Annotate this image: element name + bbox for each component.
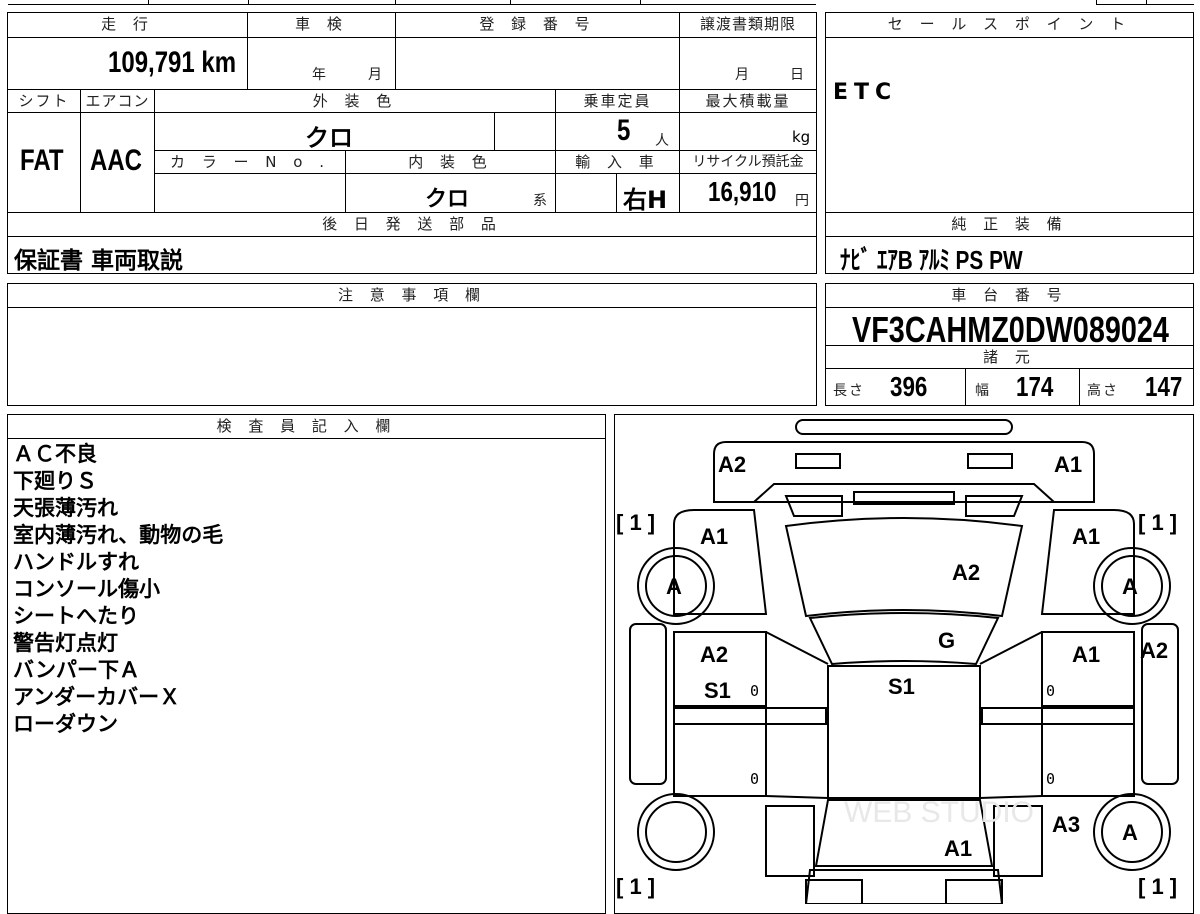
- length-label: 長さ: [833, 383, 865, 399]
- fender-left-code: A1: [700, 524, 728, 549]
- recycle-unit: 円: [795, 193, 811, 209]
- length-value: 396: [890, 371, 928, 402]
- aircon-value: AAC: [90, 144, 142, 177]
- roof-code: S1: [888, 674, 915, 699]
- hood-code: A2: [952, 560, 980, 585]
- exterior-color-value: クロ: [305, 124, 353, 152]
- zero-mark: 0: [1046, 770, 1055, 788]
- wheel-rr-code: A: [1122, 820, 1138, 845]
- exterior-color-header: 外 装 色: [154, 89, 556, 113]
- transfer-day-unit: 日: [790, 67, 806, 83]
- inspector-note: 室内薄汚れ、動物の毛: [13, 523, 224, 547]
- tire-fr-code: [ 1 ]: [1138, 510, 1177, 535]
- windshield-code: G: [938, 628, 955, 653]
- caution-header: 注 意 事 項 欄: [7, 283, 817, 308]
- recycle-value: 16,910: [708, 176, 777, 207]
- fender-right-code: A1: [1072, 524, 1100, 549]
- wheel-fl-code: A: [666, 574, 682, 599]
- tire-rl-code: [ 1 ]: [616, 874, 655, 899]
- recycle-header: リサイクル預託金: [679, 150, 817, 174]
- capacity-header: 乗車定員: [555, 89, 680, 113]
- watermark: WEB STUDIO: [844, 796, 1034, 829]
- sales-point-header: セ ー ル ス ポ イ ン ト: [825, 12, 1194, 38]
- max-load-header: 最大積載量: [679, 89, 817, 113]
- width-label: 幅: [975, 383, 991, 399]
- zero-mark: 0: [750, 682, 759, 700]
- registration-header: 登 録 番 号: [395, 12, 680, 38]
- interior-color-suffix: 系: [533, 193, 549, 209]
- pillar-right-code: A2: [1140, 638, 1168, 663]
- inspection-month-unit: 月: [368, 67, 384, 83]
- inspection-year-unit: 年: [312, 67, 328, 83]
- interior-color-value: クロ: [425, 187, 470, 212]
- inspector-note: 天張薄汚れ: [13, 496, 118, 520]
- inspector-notes-list: ＡＣ不良 下廻りＳ 天張薄汚れ 室内薄汚れ、動物の毛 ハンドルすれ コンソール傷…: [13, 441, 223, 738]
- color-number-header: カ ラ ー N o .: [154, 150, 346, 174]
- inspector-note: シートへたり: [13, 604, 139, 628]
- genuine-equipment-value: ﾅﾋﾞ ｴｱB ｱﾙﾐ PS PW: [840, 245, 1023, 275]
- genuine-equipment-header: 純 正 装 備: [825, 212, 1194, 237]
- height-label: 高さ: [1087, 383, 1119, 399]
- specs-header: 諸 元: [825, 345, 1194, 369]
- front-right-code: A1: [1054, 452, 1082, 477]
- door-fl-code-b: S1: [704, 678, 731, 703]
- wheel-fr-code: A: [1122, 574, 1138, 599]
- zero-mark: 0: [750, 770, 759, 788]
- chassis-number-header: 車 台 番 号: [825, 283, 1194, 308]
- shift-value: FAT: [20, 144, 64, 177]
- transfer-month-unit: 月: [735, 67, 751, 83]
- door-fl-code-a: A2: [700, 642, 728, 667]
- tire-rr-code: [ 1 ]: [1138, 874, 1177, 899]
- mileage-value: 109,791 km: [108, 46, 237, 79]
- capacity-value: 5: [617, 114, 631, 147]
- shift-header: シフト: [7, 89, 81, 113]
- trunk-code: A1: [944, 836, 972, 861]
- tire-fl-code: [ 1 ]: [616, 510, 655, 535]
- capacity-unit: 人: [655, 133, 671, 149]
- inspector-note: 下廻りＳ: [13, 469, 97, 493]
- inspection-header: 車 検: [247, 12, 396, 38]
- height-value: 147: [1145, 371, 1183, 402]
- inspector-note: コンソール傷小: [13, 577, 160, 601]
- zero-mark: 0: [1046, 682, 1055, 700]
- front-left-code: A2: [718, 452, 746, 477]
- transfer-deadline-header: 譲渡書類期限: [679, 12, 817, 38]
- car-diagram: A2 A1 A1 A1 A2 G A A A [ 1 ] [ 1 ] [ 1 ]…: [616, 419, 1179, 904]
- inspector-note: バンパー下Ａ: [13, 658, 141, 682]
- import-header: 輸 入 車: [555, 150, 680, 174]
- inspector-note: ローダウン: [13, 712, 118, 736]
- later-parts-value: 保証書 車両取説: [14, 248, 184, 274]
- import-value: 右H: [623, 186, 668, 214]
- mileage-header: 走 行: [7, 12, 248, 38]
- inspector-note: ハンドルすれ: [13, 550, 139, 574]
- width-value: 174: [1016, 371, 1054, 402]
- max-load-unit: kg: [792, 128, 811, 146]
- inspector-note: ＡＣ不良: [13, 442, 97, 466]
- rear-quarter-right-code: A3: [1052, 812, 1080, 837]
- inspector-note: 警告灯点灯: [13, 631, 118, 655]
- inspector-notes-header: 検 査 員 記 入 欄: [7, 414, 606, 439]
- inspector-note: アンダーカバーＸ: [13, 685, 181, 709]
- later-parts-header: 後 日 発 送 部 品: [7, 212, 817, 237]
- door-fr-code: A1: [1072, 642, 1100, 667]
- interior-color-header: 内 装 色: [345, 150, 556, 174]
- aircon-header: エアコン: [80, 89, 155, 113]
- sales-point-value: ETC: [833, 80, 898, 105]
